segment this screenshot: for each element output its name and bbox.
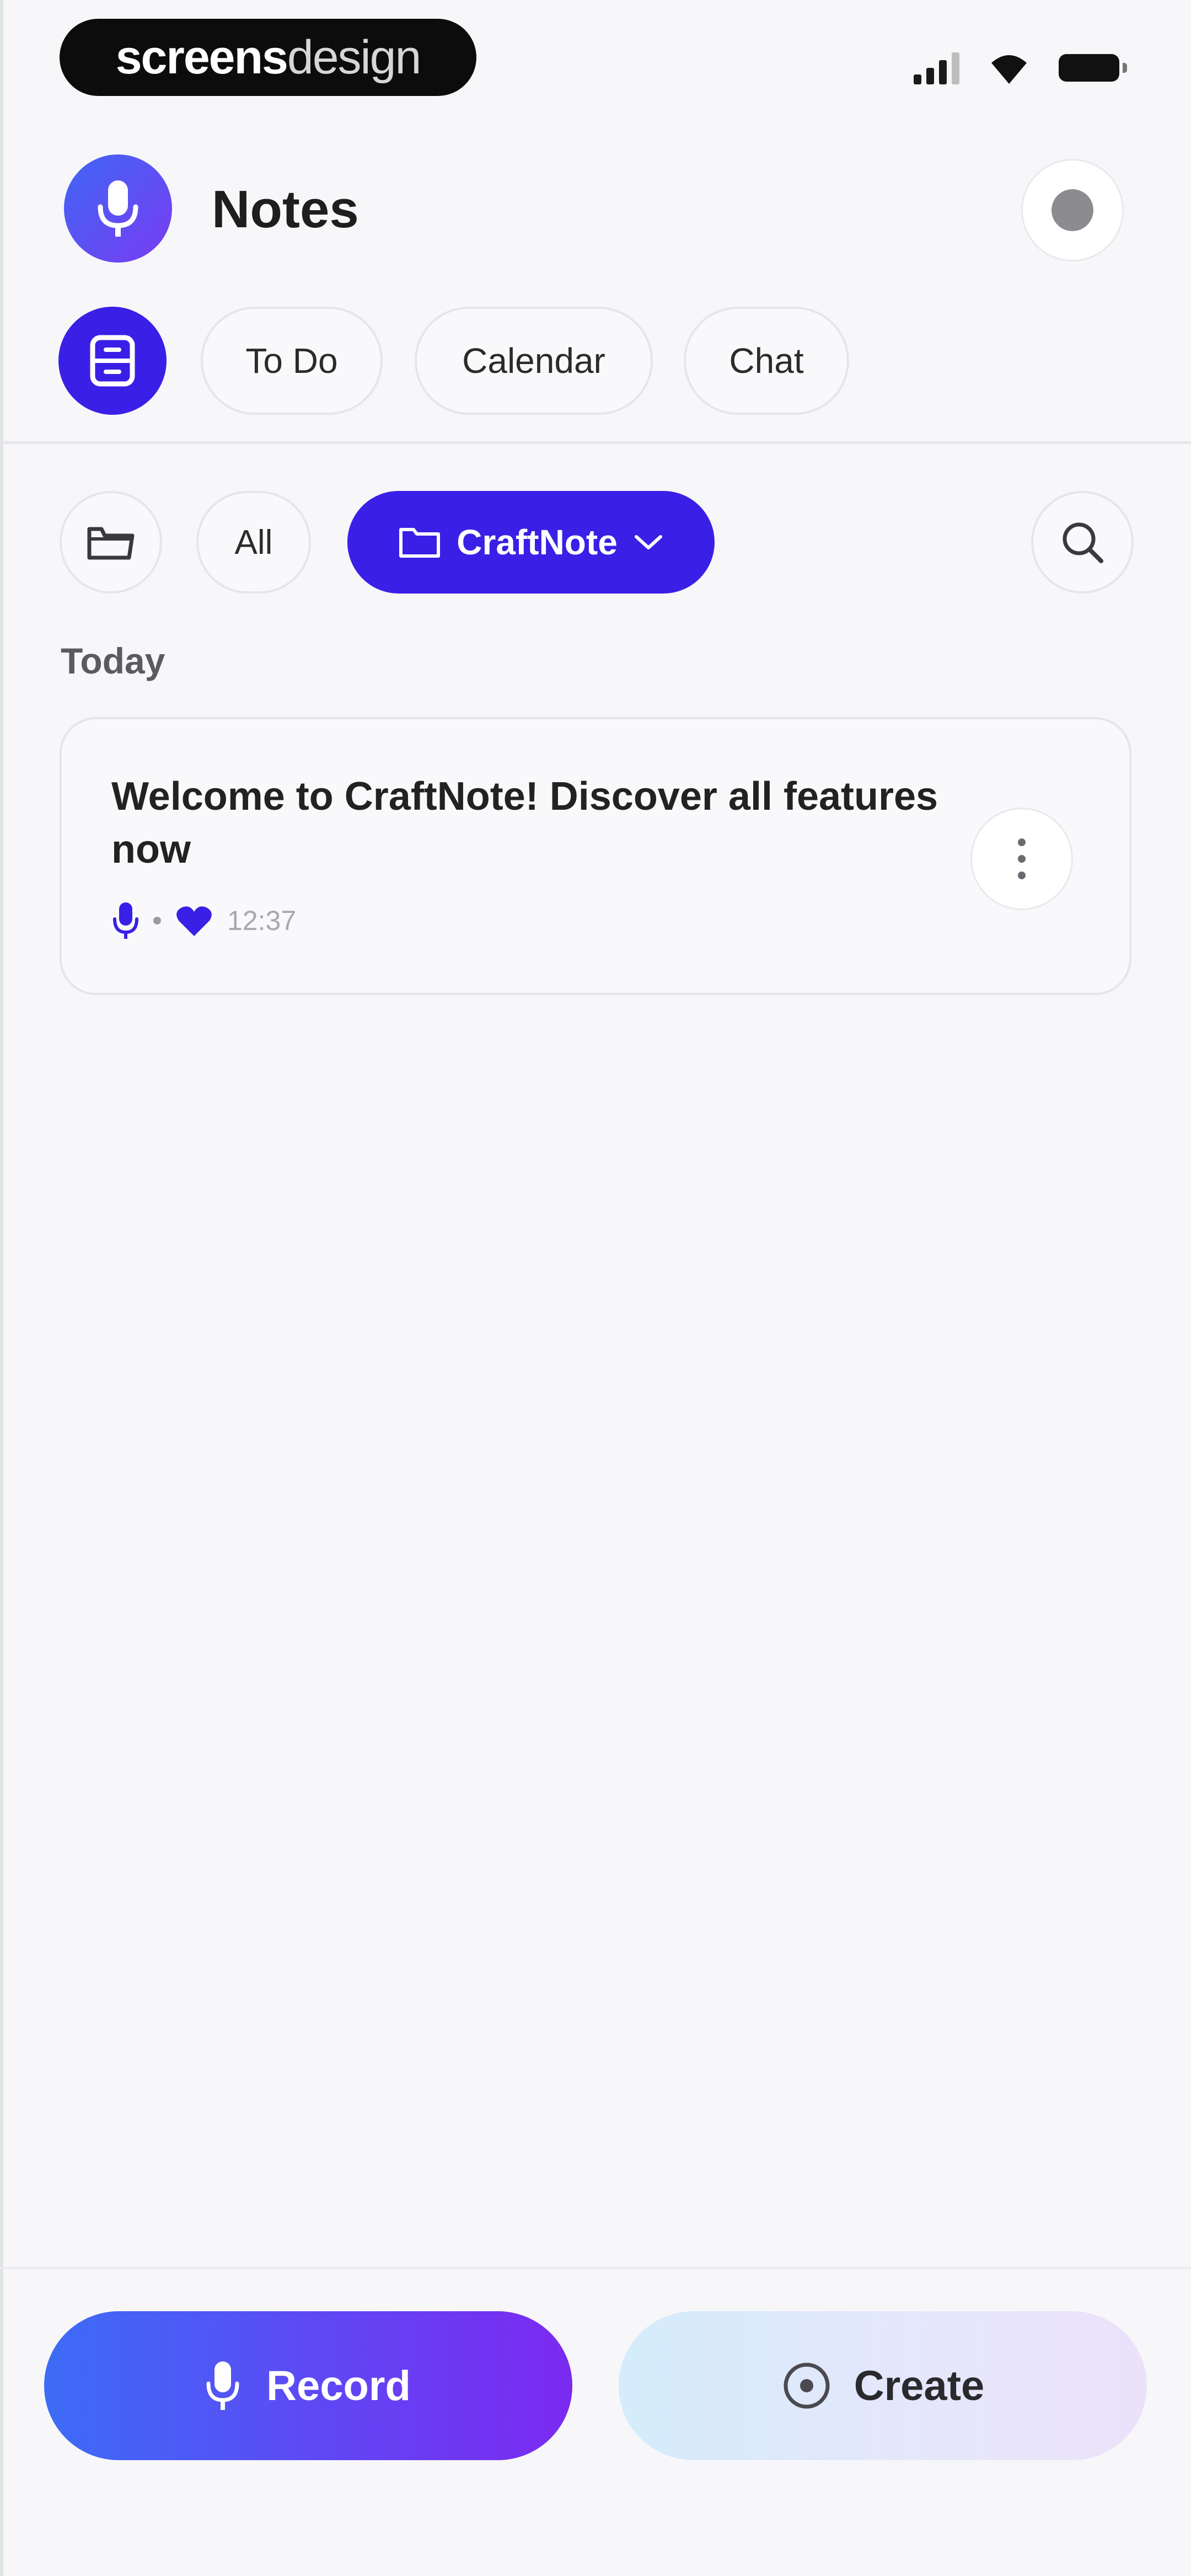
app-screen: screens design Notes To Do Calendar Chat…	[0, 0, 1191, 2576]
brand-bold-text: screens	[115, 30, 288, 84]
folder-icon	[399, 528, 441, 558]
filter-all[interactable]: All	[196, 491, 311, 594]
folders-button[interactable]	[60, 491, 162, 594]
signal-icon	[914, 51, 959, 84]
screen-edge	[0, 0, 3, 2576]
meta-separator	[153, 917, 161, 924]
heart-icon	[176, 906, 212, 936]
more-vertical-icon	[1018, 838, 1026, 879]
section-label-today: Today	[61, 640, 165, 681]
brand-logo: screens design	[60, 19, 476, 96]
create-button[interactable]: Create	[619, 2311, 1147, 2460]
note-card[interactable]: Welcome to CraftNote! Discover all featu…	[60, 717, 1131, 995]
note-meta: 12:37	[112, 901, 296, 940]
microphone-icon	[113, 902, 138, 939]
create-label: Create	[854, 2362, 985, 2409]
tab-notes-active[interactable]	[58, 307, 167, 415]
plus-circle-icon	[784, 2363, 830, 2409]
note-title: Welcome to CraftNote! Discover all featu…	[111, 774, 938, 872]
battery-icon	[1059, 54, 1127, 82]
tab-calendar[interactable]: Calendar	[415, 307, 653, 415]
header-divider	[0, 441, 1191, 444]
settings-icon	[1051, 189, 1093, 231]
folder-icon	[87, 527, 135, 560]
search-button[interactable]	[1031, 491, 1134, 594]
record-label: Record	[266, 2362, 411, 2409]
selected-folder-label: CraftNote	[457, 522, 618, 562]
settings-button[interactable]	[1021, 159, 1124, 261]
bottom-divider	[0, 2267, 1191, 2269]
folder-filter-dropdown[interactable]: CraftNote	[347, 491, 715, 594]
note-time: 12:37	[227, 905, 297, 936]
status-icons	[914, 51, 1127, 85]
status-bar: screens design	[0, 0, 1191, 110]
microphone-icon	[98, 180, 138, 237]
chevron-down-icon	[634, 535, 662, 549]
app-avatar[interactable]	[64, 154, 172, 263]
tab-chat[interactable]: Chat	[684, 307, 849, 415]
record-button[interactable]: Record	[44, 2311, 572, 2460]
search-icon	[1063, 522, 1103, 563]
note-more-button[interactable]	[970, 808, 1073, 910]
microphone-icon	[206, 2361, 239, 2410]
tab-todo[interactable]: To Do	[201, 307, 383, 415]
page-title: Notes	[212, 180, 359, 239]
brand-light-text: design	[287, 30, 421, 84]
document-icon	[90, 335, 135, 387]
wifi-icon	[991, 55, 1027, 84]
